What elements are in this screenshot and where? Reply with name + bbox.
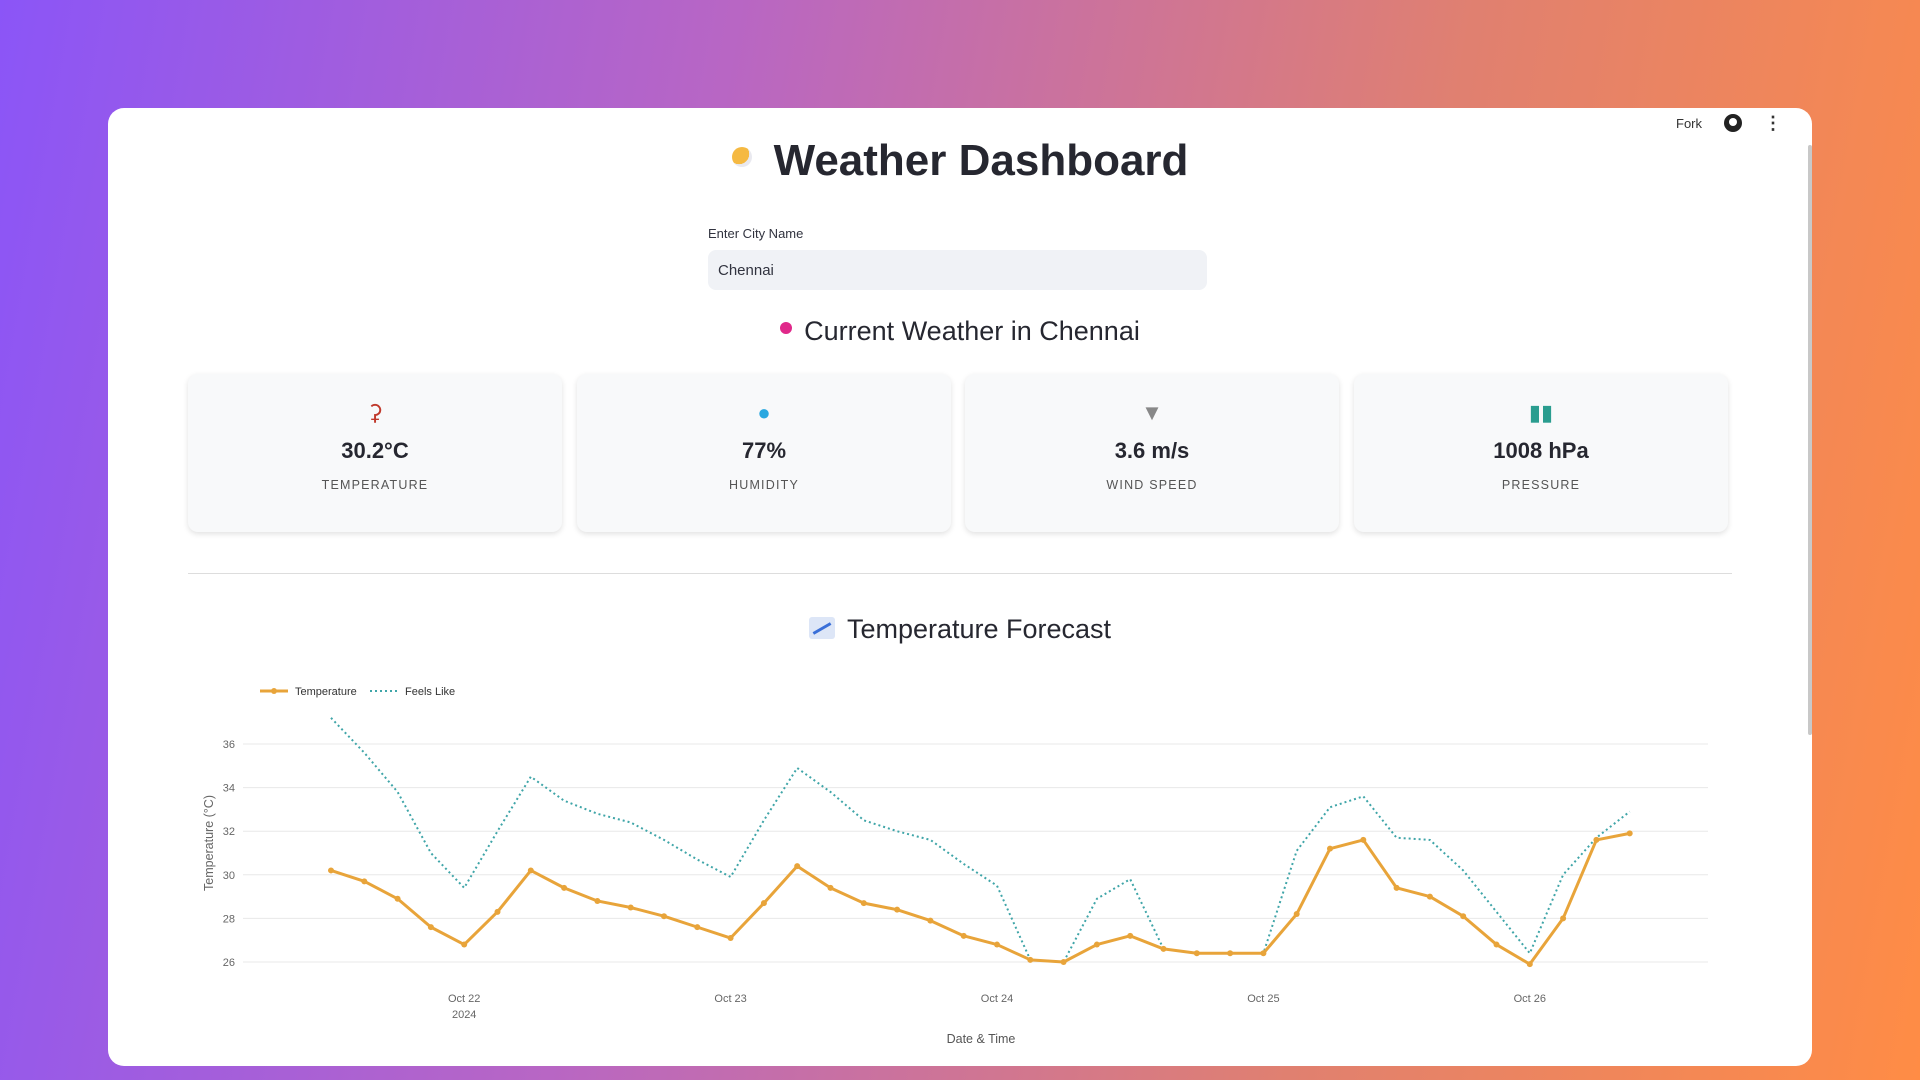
y-tick-label: 36 bbox=[223, 739, 235, 751]
data-point[interactable] bbox=[561, 884, 568, 891]
data-point[interactable] bbox=[361, 878, 368, 885]
data-point[interactable] bbox=[1493, 941, 1500, 948]
data-point[interactable] bbox=[1526, 961, 1533, 968]
x-tick-label: Oct 24 bbox=[981, 993, 1013, 1005]
app-window: Fork ⋮ Weather Dashboard Enter City Name… bbox=[108, 108, 1812, 1066]
chart-legend: Temperature Feels Like bbox=[260, 686, 455, 698]
y-tick-label: 26 bbox=[223, 957, 235, 969]
data-point[interactable] bbox=[427, 924, 434, 931]
data-point[interactable] bbox=[627, 904, 634, 911]
data-point[interactable] bbox=[1360, 836, 1367, 843]
data-point[interactable] bbox=[1560, 915, 1567, 922]
data-point[interactable] bbox=[1093, 941, 1100, 948]
y-tick-label: 32 bbox=[223, 826, 235, 838]
data-point[interactable] bbox=[727, 935, 734, 942]
data-point[interactable] bbox=[1593, 836, 1600, 843]
data-point[interactable] bbox=[1426, 893, 1433, 900]
data-point[interactable] bbox=[827, 884, 834, 891]
series-line-feels-like bbox=[330, 717, 1631, 964]
temperature-chart[interactable]: 26 28 30 32 34 36 Oct 22 2024 Oct 23 Oct 24 Oct 25… bbox=[108, 108, 1812, 1066]
data-point[interactable] bbox=[461, 941, 468, 948]
legend-feels-like: Feels Like bbox=[405, 686, 455, 698]
y-axis-title: Temperature (°C) bbox=[202, 795, 216, 891]
data-point[interactable] bbox=[1327, 845, 1333, 852]
x-tick-label: Oct 23 bbox=[714, 993, 746, 1005]
y-tick-label: 28 bbox=[223, 913, 235, 925]
data-point[interactable] bbox=[1460, 913, 1467, 920]
x-tick-label: Oct 22 bbox=[448, 993, 480, 1005]
x-tick-sublabel: 2024 bbox=[452, 1009, 476, 1021]
data-point[interactable] bbox=[328, 867, 334, 874]
y-tick-label: 34 bbox=[223, 783, 235, 795]
x-axis-title: Date & Time bbox=[947, 1032, 1016, 1046]
data-point[interactable] bbox=[1027, 956, 1034, 963]
data-point[interactable] bbox=[1293, 911, 1300, 918]
data-point[interactable] bbox=[860, 900, 867, 907]
x-tick-label: Oct 25 bbox=[1247, 993, 1279, 1005]
data-point[interactable] bbox=[1127, 932, 1134, 939]
data-point[interactable] bbox=[960, 932, 967, 939]
data-point[interactable] bbox=[494, 908, 501, 915]
data-point[interactable] bbox=[394, 895, 401, 902]
data-point[interactable] bbox=[527, 867, 534, 874]
data-point[interactable] bbox=[794, 863, 801, 870]
data-point[interactable] bbox=[760, 900, 767, 907]
data-point[interactable] bbox=[694, 924, 701, 931]
data-point[interactable] bbox=[927, 917, 934, 924]
data-point[interactable] bbox=[1393, 884, 1400, 891]
data-point[interactable] bbox=[594, 897, 601, 904]
y-tick-label: 30 bbox=[223, 870, 235, 882]
data-point[interactable] bbox=[1160, 945, 1167, 952]
series-line-temperature bbox=[330, 831, 1630, 966]
data-point[interactable] bbox=[661, 913, 667, 920]
data-point[interactable] bbox=[894, 906, 901, 913]
x-tick-label: Oct 26 bbox=[1514, 993, 1546, 1005]
data-point[interactable] bbox=[1060, 959, 1067, 965]
data-point[interactable] bbox=[1260, 950, 1267, 957]
data-point[interactable] bbox=[1193, 950, 1200, 957]
data-point[interactable] bbox=[1626, 830, 1633, 837]
legend-temperature: Temperature bbox=[295, 686, 357, 698]
data-point[interactable] bbox=[994, 941, 1000, 948]
data-point[interactable] bbox=[1227, 950, 1234, 957]
